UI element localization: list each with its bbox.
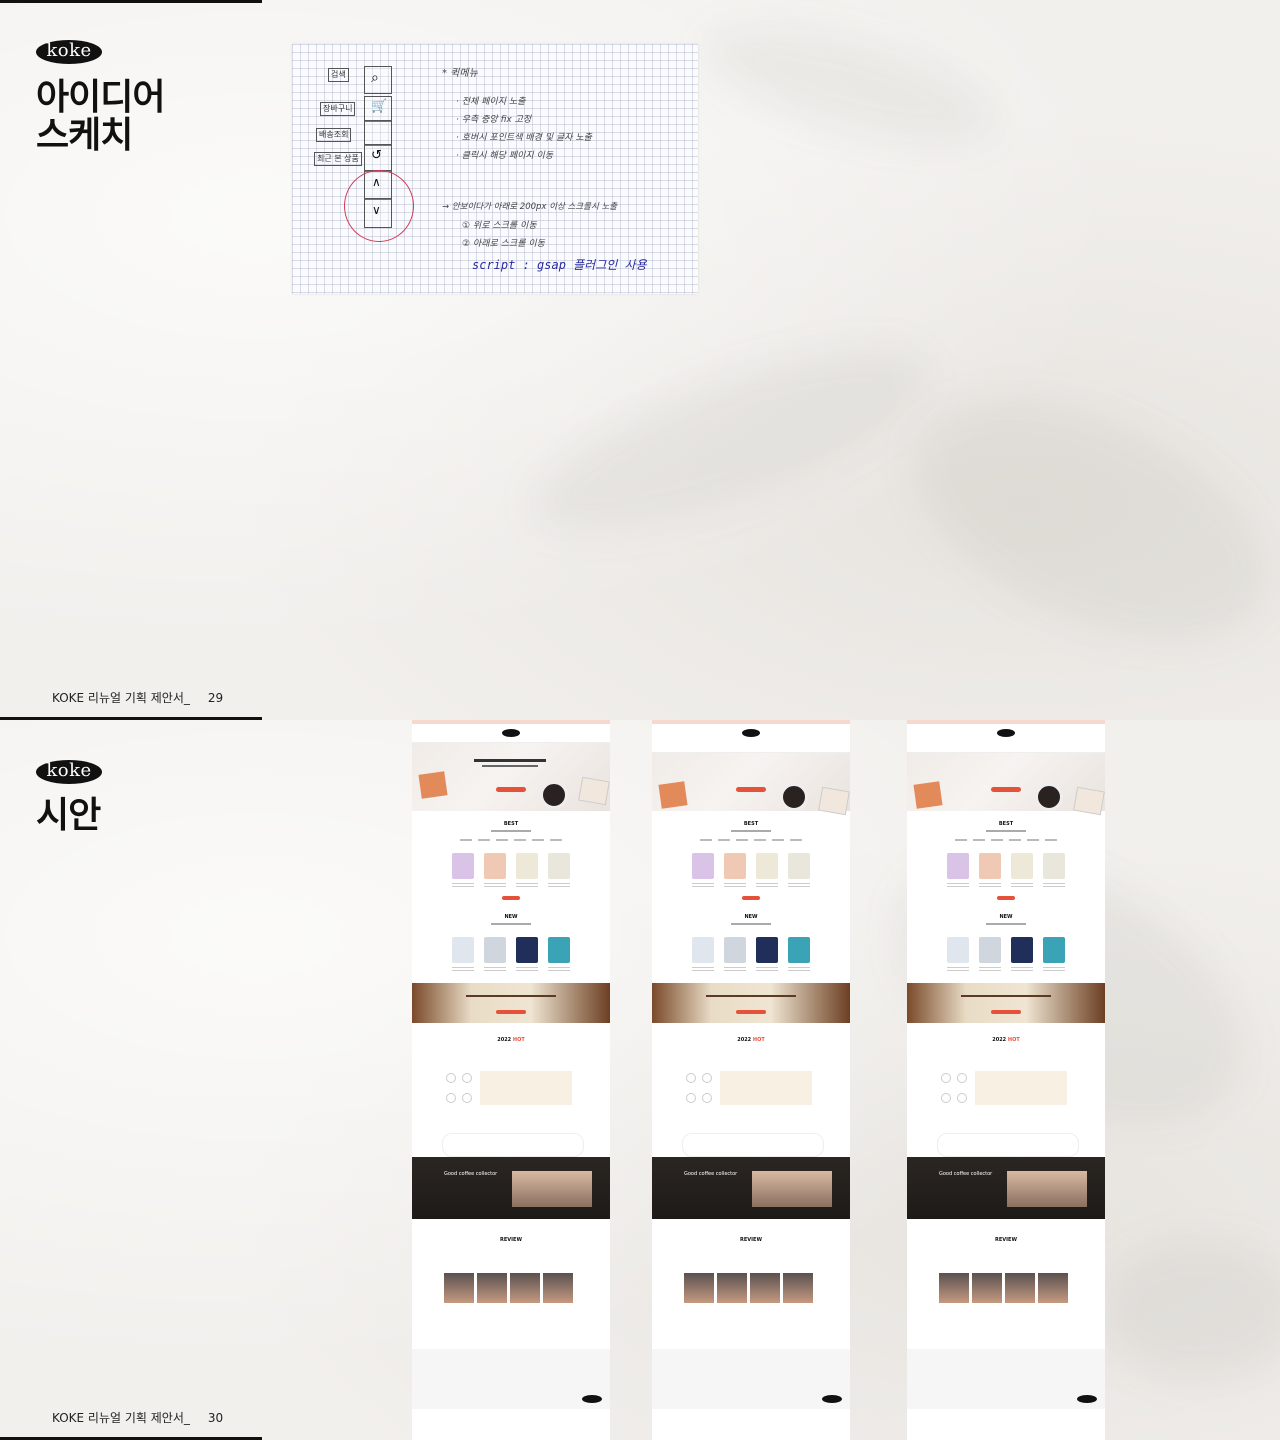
sketch-label-recent: 최근 본 상품	[314, 152, 362, 166]
sketch-image: 검색 장바구니 배송조회 최근 본 상품 ⌕ 🛒 ↺ ∧ ∨ * 퀵메뉴 · 전…	[292, 44, 698, 294]
mockup-review: REVIEW	[907, 1237, 1105, 1349]
history-icon: ↺	[364, 144, 392, 172]
sketch-label-search: 검색	[328, 68, 349, 82]
mockup-1: BEST NEW 2022 HOT Good coffee collector …	[412, 720, 610, 1440]
section-review: REVIEW	[995, 1237, 1017, 1243]
shadow-decoration	[1100, 1240, 1280, 1380]
page-title: 시안	[36, 794, 101, 835]
sketch-note-1: · 전체 페이지 노출	[456, 97, 526, 107]
page-footer: KOKE 리뉴얼 기획 제안서_ 30	[52, 1409, 223, 1426]
hot-label: HOT	[512, 1037, 525, 1043]
truck-icon	[364, 120, 392, 146]
sketch-note-scroll: → 안보이다가 아래로 200px 이상 스크롤시 노출	[442, 202, 618, 212]
mockup-logo	[997, 729, 1015, 737]
hot-year: 2022	[992, 1037, 1007, 1043]
shadow-decoration	[875, 349, 1280, 691]
collector-title: Good coffee collector	[444, 1171, 498, 1177]
top-rule	[0, 0, 262, 3]
sketch-note-4: · 클릭시 해당 페이지 이동	[456, 151, 554, 161]
page-number: 30	[207, 1411, 224, 1425]
highlight-circle	[344, 170, 414, 242]
mockup-logo	[742, 729, 760, 737]
title-line-2: 스케치	[36, 114, 133, 155]
mockup-banner	[652, 983, 850, 1023]
section-best: BEST	[743, 821, 759, 827]
mockup-hero	[907, 753, 1105, 816]
page-number: 29	[207, 691, 224, 705]
sketch-heading: * 퀵메뉴	[442, 68, 478, 79]
mockup-3: BEST NEW 2022 HOT Good coffee collector …	[907, 720, 1105, 1440]
mockup-review: REVIEW	[412, 1237, 610, 1349]
page-title: 아이디어 스케치	[36, 76, 165, 155]
sketch-label-delivery: 배송조회	[316, 128, 352, 142]
hot-label: HOT	[1007, 1037, 1020, 1043]
sketch-note-down: ② 아래로 스크롤 이동	[462, 239, 545, 249]
mockup-footer	[412, 1349, 610, 1409]
mockup-banner	[907, 983, 1105, 1023]
mockup-hot: 2022 HOT	[907, 1037, 1105, 1157]
footer-title: KOKE 리뉴얼 기획 제안서_	[52, 691, 190, 705]
collector-title: Good coffee collector	[684, 1171, 738, 1177]
search-icon: ⌕	[364, 66, 392, 94]
shadow-decoration	[693, 2, 1007, 168]
koke-logo: koke	[36, 40, 102, 64]
footer-title: KOKE 리뉴얼 기획 제안서_	[52, 1411, 190, 1425]
mockup-collector: Good coffee collector	[652, 1157, 850, 1219]
mockup-hero	[652, 753, 850, 816]
title-line-1: 아이디어	[36, 76, 165, 117]
collector-title: Good coffee collector	[939, 1171, 993, 1177]
mockup-footer	[652, 1349, 850, 1409]
sketch-note-up: ① 위로 스크롤 이동	[462, 221, 537, 231]
koke-logo: koke	[36, 760, 102, 784]
mockup-logo	[502, 729, 520, 737]
mockup-hero	[412, 743, 610, 811]
mockup-banner	[412, 983, 610, 1023]
sketch-script-note: script : gsap 플러그인 사용	[472, 258, 647, 272]
shadow-decoration	[512, 311, 948, 569]
hot-label: HOT	[752, 1037, 765, 1043]
section-review: REVIEW	[500, 1237, 522, 1243]
mockup-review: REVIEW	[652, 1237, 850, 1349]
page-footer: KOKE 리뉴얼 기획 제안서_ 29	[52, 689, 223, 706]
section-review: REVIEW	[740, 1237, 762, 1243]
section-new: NEW	[504, 914, 518, 920]
hot-year: 2022	[497, 1037, 512, 1043]
section-best: BEST	[503, 821, 519, 827]
sketch-note-3: · 호버시 포인트색 배경 및 글자 노출	[456, 133, 592, 143]
section-best: BEST	[998, 821, 1014, 827]
hot-year: 2022	[737, 1037, 752, 1043]
mockup-footer	[907, 1349, 1105, 1409]
mockup-hot: 2022 HOT	[652, 1037, 850, 1157]
cart-icon: 🛒	[364, 96, 392, 122]
section-new: NEW	[999, 914, 1013, 920]
mockup-hot: 2022 HOT	[412, 1037, 610, 1157]
sketch-label-cart: 장바구니	[320, 102, 356, 116]
sketch-note-2: · 우측 중앙 fix 고정	[456, 115, 532, 125]
slide-idea-sketch: koke 아이디어 스케치 검색 장바구니 배송조회 최근 본 상품 ⌕ 🛒 ↺…	[0, 0, 1280, 720]
slide-draft: koke 시안 BEST NEW 2022 HOT Good coffee co…	[0, 720, 1280, 1440]
mockup-collector: Good coffee collector	[907, 1157, 1105, 1219]
mockup-2: BEST NEW 2022 HOT Good coffee collector …	[652, 720, 850, 1440]
mockup-collector: Good coffee collector	[412, 1157, 610, 1219]
section-new: NEW	[744, 914, 758, 920]
